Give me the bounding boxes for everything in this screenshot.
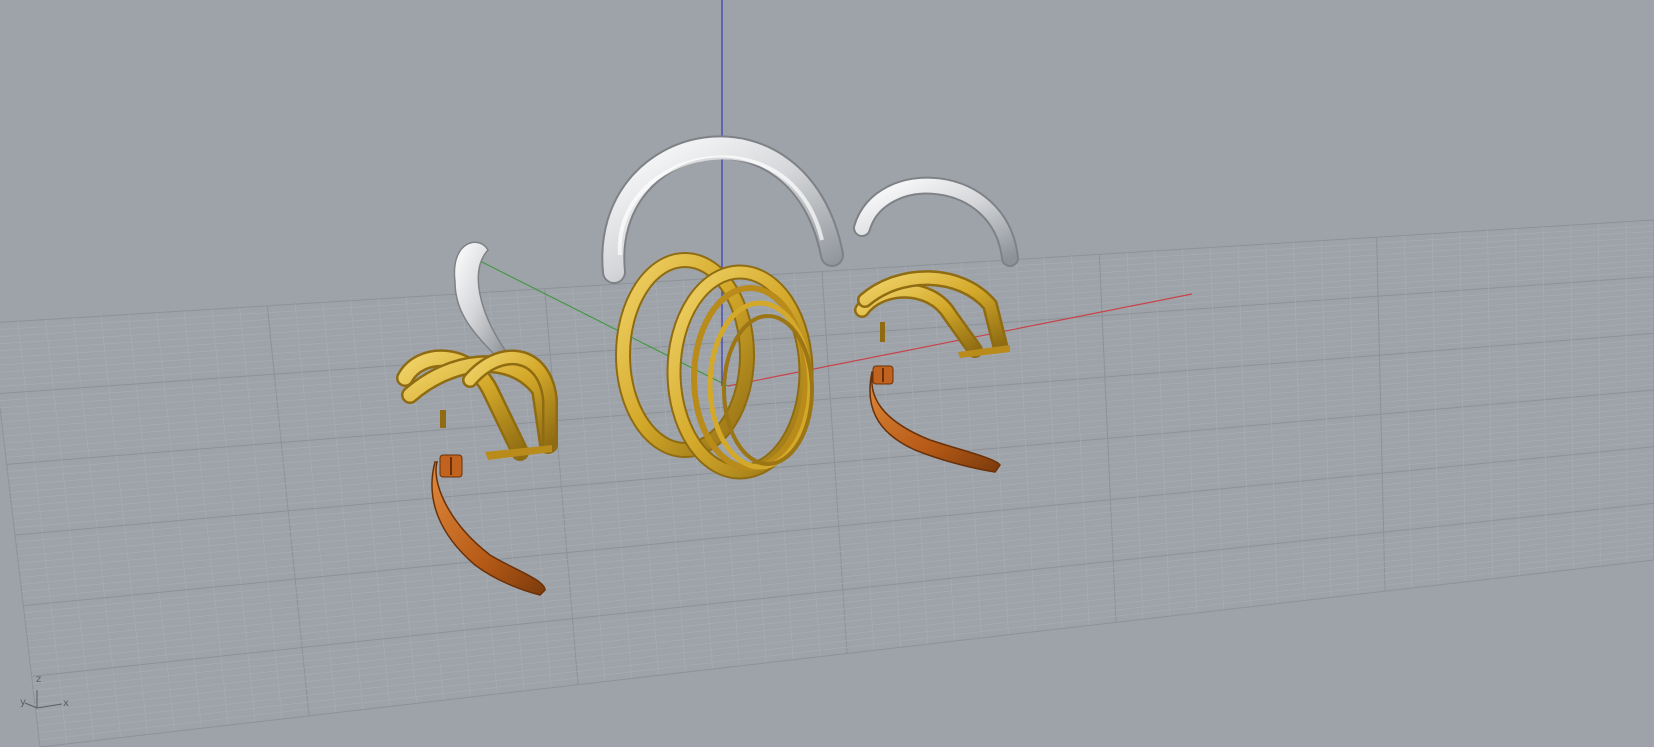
grid-line [0, 265, 1654, 380]
grid-line [39, 559, 1654, 747]
perspective-viewport[interactable]: z y x [0, 0, 1654, 747]
silver-horn[interactable] [453, 241, 507, 356]
grid-line [33, 514, 1654, 691]
gizmo-x-label: x [63, 698, 69, 709]
silver-arc-large[interactable] [601, 135, 844, 284]
gizmo-z-label: z [36, 674, 42, 685]
grid-line [32, 508, 1654, 684]
gizmo-y-label: y [20, 697, 26, 708]
copper-temple-right[interactable] [869, 365, 1001, 473]
grid-line [36, 537, 1654, 720]
axis-gizmo [24, 690, 63, 709]
grid-line [34, 520, 1654, 698]
grid-line [0, 270, 1654, 387]
silver-arc-small[interactable] [853, 176, 1019, 267]
3d-scene[interactable] [0, 0, 1654, 747]
grid-line [38, 548, 1654, 734]
construction-grid [0, 219, 1654, 747]
grid-line [39, 554, 1654, 741]
grid-line [35, 531, 1654, 712]
